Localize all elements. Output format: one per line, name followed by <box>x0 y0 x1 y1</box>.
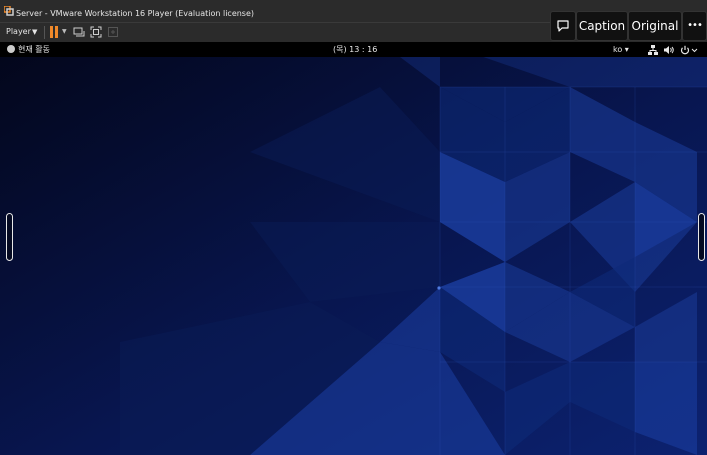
gnome-top-bar: 현재 활동 (목) 13 : 16 ko ▾ <box>0 42 707 57</box>
pause-vm-button[interactable] <box>49 26 59 38</box>
clock-button[interactable]: (목) 13 : 16 <box>333 44 377 55</box>
caption-button[interactable]: Caption <box>576 11 628 41</box>
system-status-menu[interactable] <box>648 45 706 55</box>
input-language-indicator[interactable]: ko ▾ <box>613 44 629 55</box>
player-menu-chevron-down-icon[interactable]: ▼ <box>32 27 37 37</box>
left-edge-handle[interactable] <box>6 213 13 261</box>
activities-label: 현재 활동 <box>18 45 50 54</box>
power-options-chevron-down-icon[interactable]: ▼ <box>62 27 67 37</box>
toolbar-divider <box>44 26 45 39</box>
window-title: Server - VMware Workstation 16 Player (E… <box>16 9 255 18</box>
desktop-wallpaper <box>0 42 707 455</box>
activities-button[interactable]: 현재 활동 <box>7 44 50 55</box>
power-icon <box>680 45 690 55</box>
guest-desktop[interactable]: 현재 활동 (목) 13 : 16 ko ▾ <box>0 42 707 455</box>
language-label: ko <box>613 45 623 54</box>
send-ctrl-alt-del-icon[interactable] <box>73 26 85 38</box>
original-button[interactable]: Original <box>628 11 682 41</box>
right-edge-handle[interactable] <box>698 213 705 261</box>
language-chevron-down-icon: ▾ <box>624 45 629 54</box>
vmware-app-icon <box>4 6 14 16</box>
system-menu-chevron-down-icon <box>691 48 698 53</box>
vmware-player-window: Server - VMware Workstation 16 Player (E… <box>0 0 707 455</box>
player-menu-button[interactable]: Player <box>6 27 31 37</box>
comment-button[interactable] <box>550 11 576 41</box>
volume-icon <box>664 46 674 54</box>
pause-icon <box>55 26 58 38</box>
unity-mode-icon <box>108 27 118 37</box>
pause-icon <box>50 26 53 38</box>
network-icon <box>648 45 658 55</box>
activities-icon <box>7 45 15 53</box>
more-options-button[interactable]: ••• <box>682 11 707 41</box>
speech-bubble-icon <box>557 20 569 32</box>
fullscreen-icon[interactable] <box>90 26 102 38</box>
